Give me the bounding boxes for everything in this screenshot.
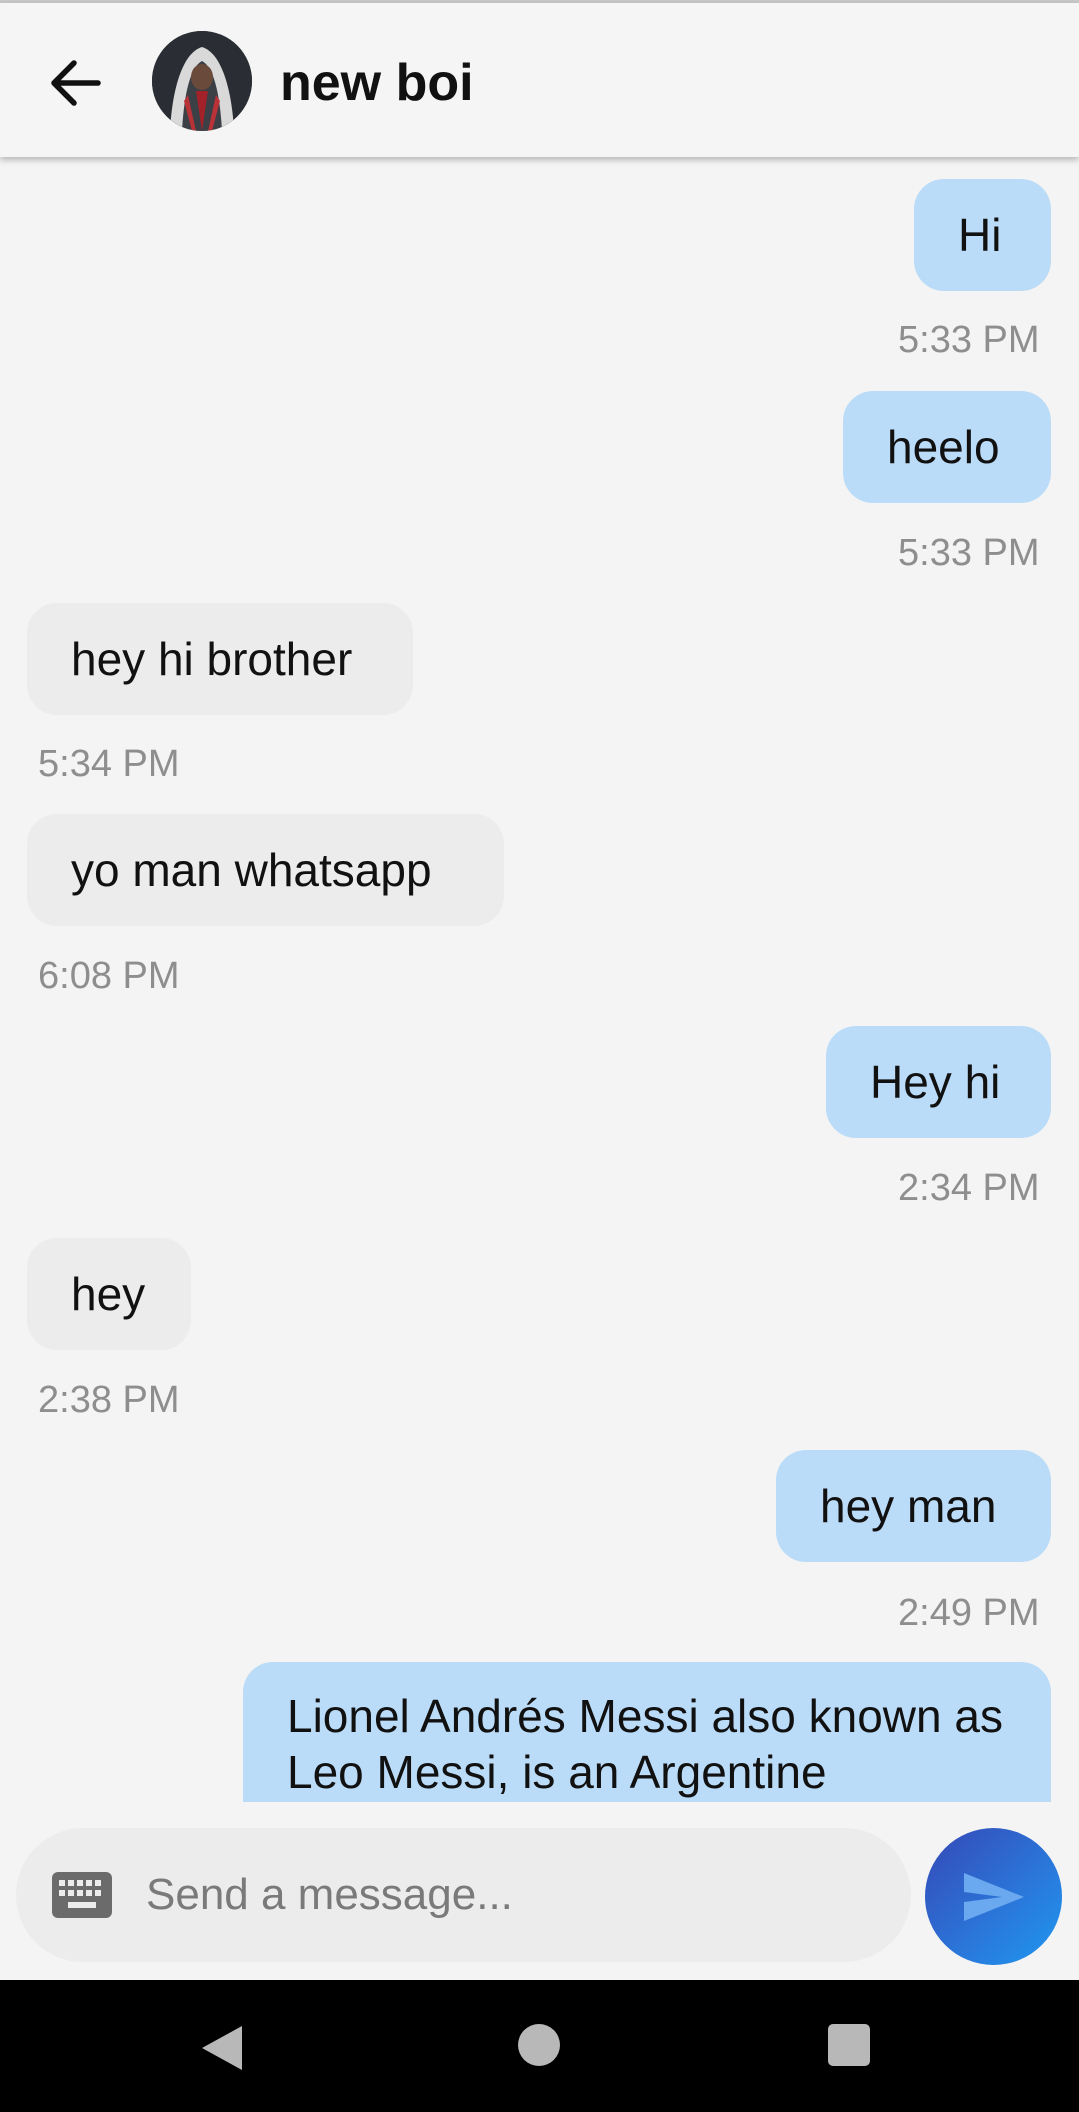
chat-screen: new boi Hi 5:33 PM heelo 5:33 PM hey hi …	[0, 0, 1079, 2112]
message-bubble-incoming[interactable]: yo man whatsapp	[27, 814, 504, 926]
arrow-left-icon	[51, 60, 101, 106]
send-button[interactable]	[925, 1828, 1062, 1965]
avatar-image	[152, 31, 252, 131]
message-text: Hi	[958, 209, 1002, 261]
message-bubble-incoming[interactable]: hey	[27, 1238, 191, 1350]
message-bubble-outgoing[interactable]: Hey hi	[826, 1026, 1051, 1138]
message-text: hey man	[820, 1480, 997, 1532]
message-bubble-outgoing[interactable]: heelo	[843, 391, 1051, 503]
send-icon	[963, 1872, 1024, 1921]
message-bubble-outgoing[interactable]: Lionel Andrés Messi also known as Leo Me…	[243, 1662, 1051, 1802]
message-text: Hey hi	[870, 1056, 1001, 1108]
message-bubble-outgoing[interactable]: hey man	[776, 1450, 1051, 1562]
message-text: yo man whatsapp	[71, 844, 432, 896]
message-bubble-incoming[interactable]: hey hi brother	[27, 603, 413, 715]
keyboard-icon[interactable]	[52, 1872, 112, 1918]
message-text: hey	[71, 1268, 146, 1320]
nav-home-icon[interactable]	[518, 2024, 560, 2066]
message-time: 6:08 PM	[38, 955, 180, 997]
message-time: 2:34 PM	[898, 1167, 1040, 1209]
message-bubble-outgoing[interactable]: Hi	[914, 179, 1051, 291]
message-time: 2:49 PM	[898, 1592, 1040, 1634]
system-navigation-bar	[0, 1980, 1079, 2112]
message-input[interactable]	[146, 1860, 886, 1930]
message-list[interactable]: Hi 5:33 PM heelo 5:33 PM hey hi brother …	[0, 160, 1079, 1802]
message-text: hey hi brother	[71, 633, 353, 685]
contact-name: new boi	[280, 54, 474, 112]
message-time: 5:34 PM	[38, 743, 180, 785]
message-text: heelo	[887, 421, 1000, 473]
message-composer[interactable]	[16, 1828, 911, 1962]
message-time: 2:38 PM	[38, 1379, 180, 1421]
message-time: 5:33 PM	[898, 319, 1040, 361]
chat-header: new boi	[0, 3, 1079, 157]
message-text: Lionel Andrés Messi also known as Leo Me…	[287, 1690, 1003, 1798]
message-time: 5:33 PM	[898, 532, 1040, 574]
nav-recents-icon[interactable]	[828, 2024, 870, 2066]
avatar[interactable]	[152, 31, 252, 131]
nav-back-icon[interactable]	[200, 2024, 244, 2072]
back-button[interactable]	[44, 51, 108, 115]
